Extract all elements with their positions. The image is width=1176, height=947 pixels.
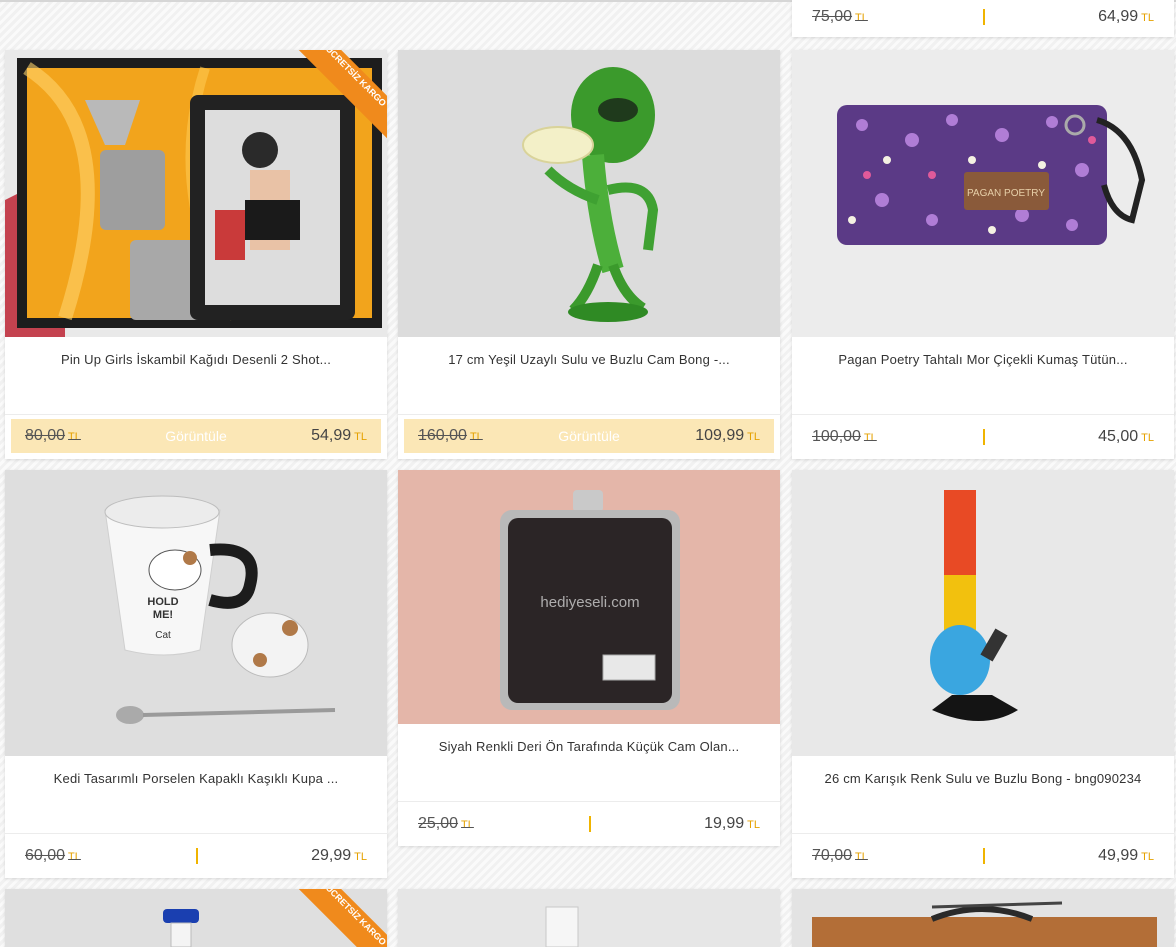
old-price: 100,00 TL (812, 428, 877, 445)
new-price: 109,99 TL (695, 427, 760, 444)
product-card[interactable]: 26 cm Karışık Renk Sulu ve Buzlu Bong - … (792, 470, 1174, 878)
leather-flask-image: hediyeseli.com (398, 470, 780, 724)
product-card[interactable]: hediyeseli.com Siyah Renkli Deri Ön Tara… (398, 470, 780, 846)
product-title[interactable]: 26 cm Karışık Renk Sulu ve Buzlu Bong - … (792, 756, 1174, 834)
product-title[interactable]: Kedi Tasarımlı Porselen Kapaklı Kaşıklı … (5, 756, 387, 834)
mug-text-3: Cat (155, 630, 171, 641)
product-card-partial[interactable]: 75,00 TL 64,99 TL (792, 0, 1174, 37)
old-price: 25,00 TL (418, 815, 474, 832)
product-image[interactable] (792, 470, 1174, 756)
view-button[interactable]: Görüntüle (165, 428, 226, 444)
product-card[interactable]: PAGAN POETRY Pagan Poetry Tahtalı Mor Çi… (792, 50, 1174, 459)
floral-pouch-image: PAGAN POETRY (792, 50, 1174, 337)
product-image[interactable] (398, 889, 780, 947)
product-title[interactable]: Pin Up Girls İskambil Kağıdı Desenli 2 S… (5, 337, 387, 415)
new-price: 54,99 TL (311, 427, 367, 444)
product-title[interactable]: Siyah Renkli Deri Ön Tarafında Küçük Cam… (398, 724, 780, 802)
product-card[interactable]: HOLD ME! Cat Kedi Tasarımlı Porselen Kap… (5, 470, 387, 878)
product-title[interactable]: Pagan Poetry Tahtalı Mor Çiçekli Kumaş T… (792, 337, 1174, 415)
price-separator (196, 848, 198, 864)
product-image[interactable]: PAGAN POETRY (792, 50, 1174, 337)
mug-text-2: ME! (153, 609, 173, 621)
price-row[interactable]: 25,00 TL 19,99 TL (398, 802, 780, 846)
new-price: 64,99 TL (1098, 7, 1154, 25)
product-image[interactable]: ÜCRETSİZ KARGO (5, 50, 387, 337)
price-row[interactable]: 60,00 TL 29,99 TL (5, 834, 387, 878)
old-price: 80,00 TL (25, 427, 81, 444)
price-separator (983, 848, 985, 864)
new-price: 45,00 TL (1098, 428, 1154, 445)
product-image[interactable] (398, 50, 780, 337)
product-card-partial[interactable] (792, 889, 1174, 947)
new-price: 19,99 TL (704, 815, 760, 832)
price-row[interactable]: 100,00 TL 45,00 TL (792, 415, 1174, 459)
cat-mug-image: HOLD ME! Cat (5, 470, 387, 756)
product-card[interactable]: 17 cm Yeşil Uzaylı Sulu ve Buzlu Cam Bon… (398, 50, 780, 459)
mug-text-1: HOLD (147, 596, 178, 608)
product-card-partial[interactable]: ÜCRETSİZ KARGO (5, 889, 387, 947)
watermark-text: hediyeseli.com (540, 594, 639, 611)
green-alien-bong-image (398, 50, 780, 337)
price-row[interactable]: 70,00 TL 49,99 TL (792, 834, 1174, 878)
product-image[interactable]: HOLD ME! Cat (5, 470, 387, 756)
colorful-bong-image (792, 470, 1174, 756)
product-card-partial[interactable] (398, 889, 780, 947)
old-price: 70,00 TL (812, 847, 868, 864)
old-price: 60,00 TL (25, 847, 81, 864)
wooden-box-image (792, 889, 1174, 947)
product-card[interactable]: ÜCRETSİZ KARGO Pin Up Girls İskambil Kağ… (5, 50, 387, 459)
price-row[interactable]: 80,00 TL Görüntüle 54,99 TL (11, 419, 381, 453)
old-price: 75,00 TL (812, 7, 868, 25)
product-image[interactable]: ÜCRETSİZ KARGO (5, 889, 387, 947)
product-title[interactable]: 17 cm Yeşil Uzaylı Sulu ve Buzlu Cam Bon… (398, 337, 780, 415)
price-separator (983, 429, 985, 445)
old-price: 160,00 TL (418, 427, 483, 444)
pouch-patch-text: PAGAN POETRY (967, 188, 1045, 199)
flask-gift-set-image (5, 50, 387, 337)
view-button[interactable]: Görüntüle (558, 428, 619, 444)
price-separator (589, 816, 591, 832)
glass-tube-image (398, 889, 780, 947)
product-image[interactable] (792, 889, 1174, 947)
new-price: 29,99 TL (311, 847, 367, 864)
price-separator (983, 8, 985, 25)
price-row[interactable]: 160,00 TL Görüntüle 109,99 TL (404, 419, 774, 453)
product-image[interactable]: hediyeseli.com (398, 470, 780, 724)
price-row: 75,00 TL 64,99 TL (792, 0, 1174, 33)
new-price: 49,99 TL (1098, 847, 1154, 864)
